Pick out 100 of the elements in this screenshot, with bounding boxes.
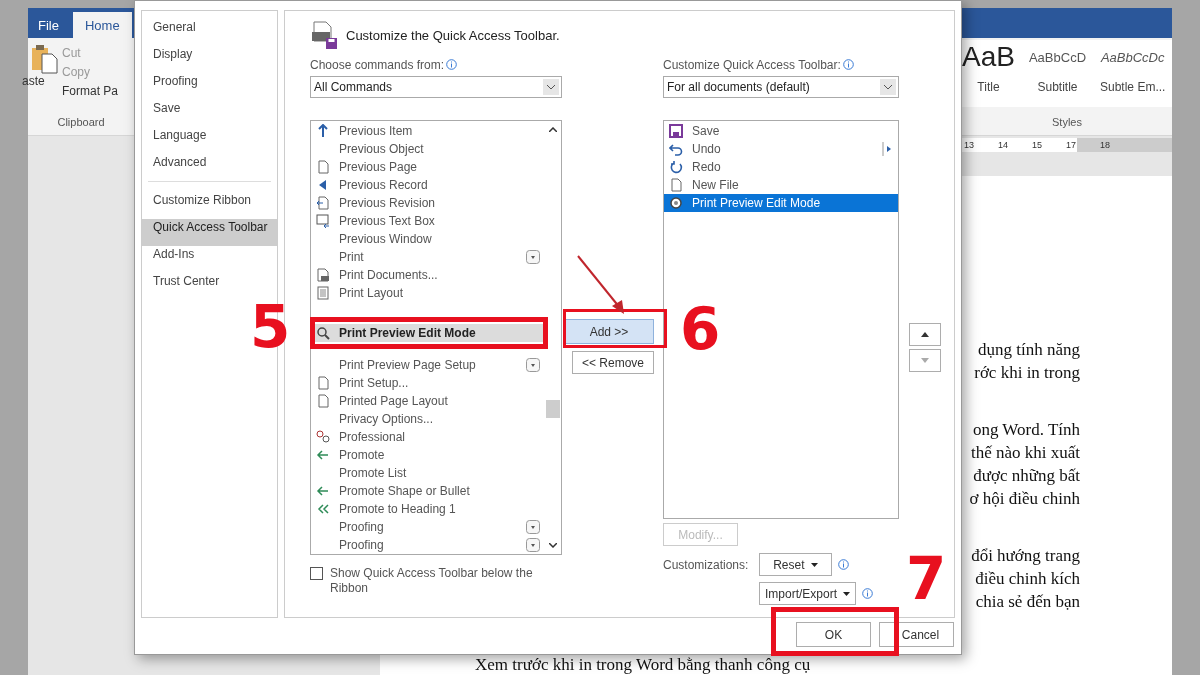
document-text-line: được những bất [973, 465, 1080, 487]
document-text-line: dụng tính năng [978, 339, 1080, 361]
toolbar-command-item[interactable]: Save [692, 124, 720, 138]
commands-dropdown[interactable]: All Commands [310, 76, 562, 98]
dropdown-icon [526, 538, 540, 552]
move-up-button[interactable] [909, 323, 941, 346]
save-icon [669, 124, 683, 138]
caret-icon[interactable] [543, 79, 559, 95]
import-export-button[interactable]: Import/Export [759, 582, 857, 605]
nav-item[interactable]: Add-Ins [142, 246, 277, 273]
customizations-label: Customizations: [663, 557, 750, 572]
toolbar-command-item[interactable]: Redo [692, 160, 721, 174]
nav-item[interactable]: Display [142, 46, 277, 73]
command-item[interactable]: Promote List [339, 466, 407, 480]
nav-item[interactable]: Proofing [142, 73, 277, 100]
document-text-line: ơ hội điều chinh [969, 488, 1080, 510]
nav-item[interactable]: Save [142, 100, 277, 127]
group-label: Styles [1052, 116, 1082, 128]
checkbox-label: Show Quick Access Toolbar below the Ribbon [330, 566, 534, 596]
remove-button[interactable]: << Remove [572, 351, 654, 374]
printer-icon [316, 268, 330, 282]
people-icon [316, 430, 330, 444]
clipboard-icon[interactable] [32, 44, 58, 74]
up-icon [316, 124, 330, 138]
magnifier-icon [669, 196, 683, 210]
command-item[interactable]: Printed Page Layout [339, 394, 448, 408]
command-item[interactable]: Previous Revision [339, 196, 436, 210]
caret-icon [843, 592, 851, 597]
scroll-up-icon[interactable] [549, 127, 557, 132]
toolbar-command-item[interactable]: Undo [692, 142, 721, 156]
command-item[interactable]: Professional [339, 430, 406, 444]
command-item[interactable]: Print Setup... [339, 376, 409, 390]
nav-item[interactable]: Quick Access Toolbar [142, 219, 277, 246]
info-icon[interactable] [862, 588, 874, 599]
page-icon [316, 160, 330, 174]
up-arrow-icon [921, 332, 929, 337]
command-item[interactable]: Previous Item [339, 124, 413, 138]
format-painter-command[interactable]: Format Pa [62, 84, 118, 98]
document-caption: Xem trước khi in trong Word bằng thanh công cụ [475, 655, 811, 675]
group-label: Clipboard [57, 116, 105, 128]
command-item[interactable]: Previous Record [339, 178, 428, 192]
ruler-number: 15 [1032, 140, 1043, 150]
info-icon[interactable] [446, 59, 458, 70]
nav-item[interactable]: Advanced [142, 154, 277, 181]
add-button[interactable]: Add >> [564, 319, 654, 344]
scrollbar-thumb[interactable] [546, 400, 560, 418]
command-item[interactable]: Proofing [339, 538, 384, 552]
magnifier-icon [316, 326, 330, 340]
printer-toolbar-icon [310, 20, 340, 50]
ruler-number: 14 [998, 140, 1009, 150]
dropdown-icon [526, 358, 540, 372]
paste-label[interactable]: aste [22, 74, 45, 88]
command-item[interactable]: Promote Shape or Bullet [339, 484, 470, 498]
style-item[interactable]: AaBbCcDc Subtle Em... [1100, 42, 1166, 107]
command-item[interactable]: Promote to Heading 1 [339, 502, 456, 516]
checkbox[interactable] [310, 567, 323, 580]
ribbon-tab[interactable]: Home [72, 12, 132, 38]
page-icon [316, 376, 330, 390]
command-item[interactable]: Previous Page [339, 160, 418, 174]
section-heading: Customize the Quick Access Toolbar. [346, 27, 560, 43]
command-item[interactable]: Promote [339, 448, 385, 462]
command-item[interactable]: Print Layout [339, 286, 404, 300]
dropdown-icon [526, 520, 540, 534]
ribbon-tab[interactable]: File [28, 12, 69, 38]
document-text-line: thế nào khi xuất [970, 442, 1080, 464]
command-item[interactable]: Print [339, 250, 364, 264]
command-item[interactable]: Previous Text Box [339, 214, 435, 228]
info-icon[interactable] [842, 59, 854, 70]
document-text-line: điều chinh kích [975, 568, 1080, 590]
reset-button[interactable]: Reset [759, 553, 832, 576]
document-text-line: rớc khi in trong [974, 362, 1080, 384]
toolbar-scope-dropdown[interactable]: For all documents (default) [663, 76, 899, 98]
field-label: Choose commands from: [310, 57, 445, 72]
redo-icon [669, 160, 683, 174]
document-text-line: chia sẻ đến bạn [975, 591, 1080, 613]
ok-button[interactable]: OK [796, 622, 871, 647]
nav-item[interactable]: General [142, 19, 277, 46]
toolbar-command-item[interactable]: New File [692, 178, 739, 192]
info-icon[interactable] [838, 559, 849, 570]
nav-item[interactable]: Language [142, 127, 277, 154]
page-icon [669, 178, 683, 192]
caret-icon[interactable] [880, 79, 896, 95]
command-item[interactable]: Previous Object [339, 142, 424, 156]
cancel-button[interactable]: Cancel [879, 622, 954, 647]
style-item[interactable]: AaBbCcD Subtitle [1028, 42, 1086, 107]
submenu-arrow-icon [882, 142, 892, 156]
undo-icon [669, 142, 683, 156]
command-item[interactable]: Privacy Options... [339, 412, 434, 426]
command-item[interactable]: Previous Window [339, 232, 432, 246]
style-item[interactable]: AaB Title [962, 42, 1015, 107]
field-label: Customize Quick Access Toolbar: [663, 57, 841, 72]
document-text-line: ong Word. Tính [972, 419, 1080, 441]
command-item[interactable]: Proofing [339, 520, 384, 534]
scroll-down-icon[interactable] [549, 543, 557, 548]
command-item[interactable]: Print Preview Page Setup [339, 358, 476, 372]
down-arrow-icon [921, 358, 929, 363]
ruler-number: 18 [1100, 140, 1111, 150]
command-item[interactable]: Print Documents... [339, 268, 438, 282]
caret-icon [810, 563, 818, 568]
nav-item[interactable]: Customize Ribbon [142, 192, 277, 219]
